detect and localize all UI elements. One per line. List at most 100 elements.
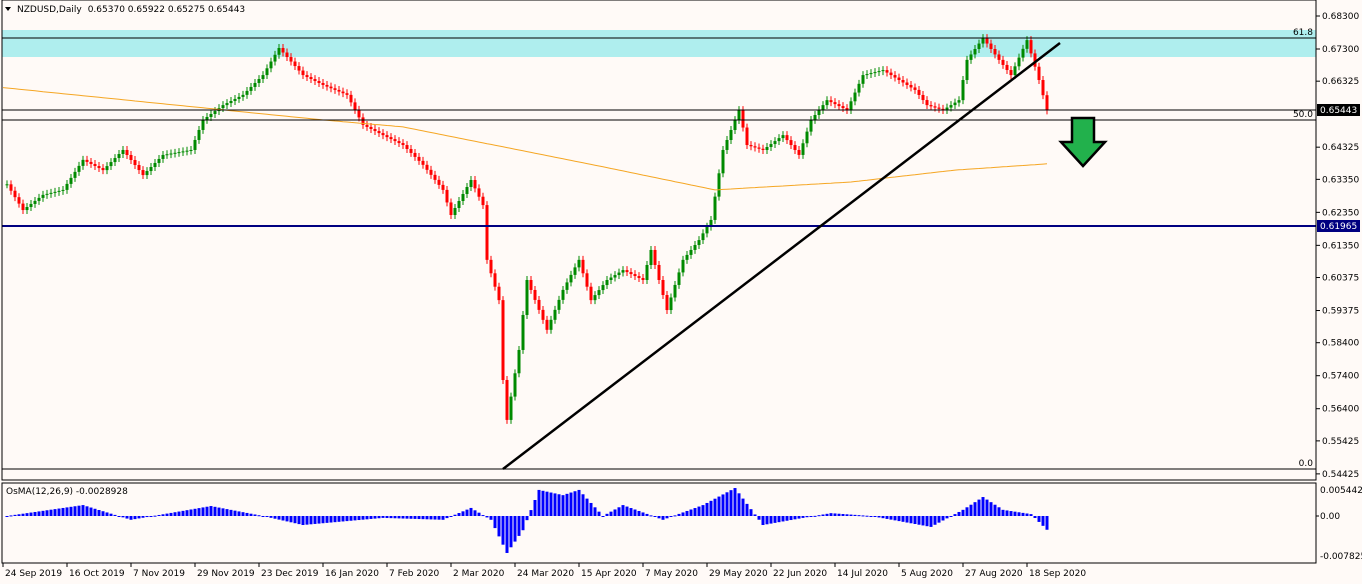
candle bbox=[17, 193, 21, 208]
candle-body bbox=[45, 193, 49, 195]
candle bbox=[169, 149, 173, 159]
candle bbox=[953, 98, 957, 110]
candle-body bbox=[909, 84, 913, 88]
osma-bar bbox=[425, 516, 429, 520]
osma-bar bbox=[237, 511, 241, 516]
candle-body bbox=[501, 300, 505, 380]
candle bbox=[453, 204, 457, 219]
candle-body bbox=[297, 66, 301, 71]
osma-bar bbox=[833, 513, 837, 516]
candle-body bbox=[769, 144, 773, 148]
osma-bar bbox=[165, 513, 169, 516]
time-tick-label: 7 Feb 2020 bbox=[389, 569, 440, 579]
osma-bar bbox=[333, 516, 337, 523]
candle-body bbox=[497, 286, 501, 301]
candle bbox=[269, 57, 273, 73]
candle bbox=[25, 203, 29, 214]
osma-bar bbox=[289, 516, 293, 523]
candle bbox=[605, 276, 609, 289]
fib-00-label: 0.0 bbox=[1299, 459, 1314, 469]
osma-bar bbox=[705, 502, 709, 516]
candle-body bbox=[249, 86, 253, 91]
candle bbox=[21, 199, 25, 214]
candle bbox=[93, 160, 97, 170]
osma-bar bbox=[657, 516, 661, 519]
candle-body bbox=[13, 190, 17, 198]
candle-body bbox=[741, 110, 745, 128]
candle bbox=[565, 278, 569, 294]
osma-bar bbox=[1021, 512, 1025, 516]
candle-body bbox=[505, 379, 509, 420]
candle-body bbox=[813, 115, 817, 120]
osma-bar bbox=[877, 516, 881, 518]
osma-bar bbox=[13, 514, 17, 516]
candle bbox=[353, 98, 357, 114]
candle bbox=[485, 201, 489, 264]
osma-bar bbox=[857, 515, 861, 517]
osma-bar bbox=[157, 514, 161, 516]
candle-body bbox=[841, 106, 845, 109]
candle-body bbox=[269, 61, 273, 69]
osma-bar bbox=[141, 516, 145, 518]
candle-body bbox=[1045, 95, 1049, 111]
candle-body bbox=[453, 207, 457, 215]
candle-body bbox=[589, 286, 593, 301]
candle bbox=[193, 136, 197, 154]
osma-bar bbox=[73, 506, 77, 516]
osma-bar bbox=[701, 505, 705, 516]
candle-body bbox=[449, 202, 453, 215]
candle-body bbox=[281, 48, 285, 53]
osma-bar bbox=[441, 516, 445, 520]
candle bbox=[777, 134, 781, 146]
candle bbox=[433, 170, 437, 184]
candle-body bbox=[621, 270, 625, 273]
price-tick-label: 0.67300 bbox=[1322, 45, 1359, 55]
osma-bar bbox=[401, 516, 405, 519]
candle-body bbox=[245, 90, 249, 95]
osma-bar bbox=[129, 516, 133, 520]
osma-bar bbox=[5, 516, 9, 517]
candle bbox=[189, 146, 193, 155]
osma-bar bbox=[513, 516, 517, 542]
candle-body bbox=[417, 156, 421, 161]
candle-body bbox=[629, 272, 633, 275]
main-pane[interactable]: 61.8 50.0 0.0 NZDUSD,Daily 0.65370 0.6592… bbox=[2, 5, 1316, 470]
candle bbox=[465, 183, 469, 198]
osma-bar bbox=[713, 498, 717, 516]
candle-body bbox=[1001, 59, 1005, 65]
candle-body bbox=[537, 299, 541, 310]
resistance-zone[interactable] bbox=[2, 30, 1316, 57]
fib-500-label: 50.0 bbox=[1293, 110, 1313, 120]
candle-body bbox=[681, 259, 685, 273]
osma-bar bbox=[693, 508, 697, 516]
candle bbox=[297, 62, 301, 75]
price-chart[interactable]: 61.8 50.0 0.0 NZDUSD,Daily 0.65370 0.6592… bbox=[0, 0, 1362, 584]
candle bbox=[805, 127, 809, 148]
osma-bar bbox=[709, 500, 713, 516]
osma-axis-zero: 0.00 bbox=[1320, 512, 1340, 522]
osma-bar bbox=[597, 511, 601, 516]
candle bbox=[537, 295, 541, 314]
osma-bar bbox=[121, 516, 125, 518]
osma-bar bbox=[17, 514, 21, 516]
candle bbox=[649, 246, 653, 269]
candle bbox=[421, 156, 425, 169]
osma-pane[interactable]: OsMA(12,26,9) -0.0028928 bbox=[5, 487, 1049, 553]
trendline[interactable] bbox=[502, 42, 1061, 470]
osma-bar bbox=[357, 516, 361, 521]
candle bbox=[473, 176, 477, 193]
dropdown-triangle-icon[interactable] bbox=[5, 7, 11, 11]
price-tick-label: 0.62350 bbox=[1322, 208, 1359, 218]
candle bbox=[733, 116, 737, 134]
candle-body bbox=[425, 164, 429, 170]
candle bbox=[1045, 91, 1049, 115]
osma-bar bbox=[569, 492, 573, 516]
osma-bar bbox=[313, 516, 317, 524]
osma-bar bbox=[777, 516, 781, 523]
candle bbox=[505, 376, 509, 424]
svg-text:NZDUSD,Daily0.65370 0.65922 0.: NZDUSD,Daily 0.65370 0.65922 0.65275 0.65… bbox=[17, 5, 245, 15]
candle bbox=[69, 173, 73, 188]
osma-bar bbox=[849, 514, 853, 516]
osma-bar bbox=[689, 509, 693, 516]
candle bbox=[401, 139, 405, 149]
